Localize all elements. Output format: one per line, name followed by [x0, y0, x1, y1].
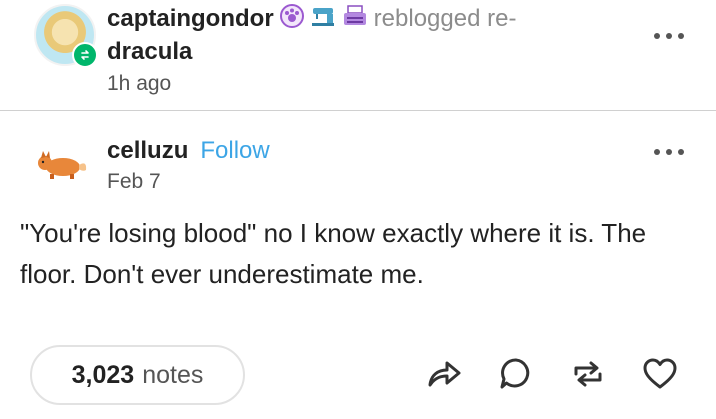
reply-icon[interactable] [494, 352, 538, 396]
dot [678, 33, 684, 39]
like-icon[interactable] [638, 352, 682, 396]
paw-badge-icon[interactable] [279, 4, 304, 33]
share-icon[interactable] [422, 352, 466, 396]
follow-button[interactable]: Follow [200, 137, 269, 165]
typewriter-badge-icon[interactable] [342, 4, 368, 33]
notes-count: 3,023 [71, 360, 135, 389]
reblogger-username[interactable]: captaingondor [107, 5, 274, 33]
poster-username[interactable]: celluzu [107, 137, 188, 165]
poster-avatar[interactable] [36, 150, 88, 185]
reblogger-avatar[interactable] [34, 4, 98, 68]
dot [666, 149, 672, 155]
dot [654, 33, 660, 39]
reblog-time[interactable]: 1h ago [107, 72, 171, 96]
notes-label: notes [142, 360, 204, 389]
reblogged-label: reblogged re- [373, 4, 517, 32]
notes-button[interactable]: 3,023 notes [30, 345, 245, 405]
post-more-options-icon[interactable] [654, 149, 684, 155]
dot [666, 33, 672, 39]
header-divider [0, 110, 716, 111]
sewing-machine-badge-icon[interactable] [310, 4, 336, 33]
reblog-badge-icon [72, 42, 98, 68]
dot [654, 149, 660, 155]
post-date[interactable]: Feb 7 [107, 170, 161, 194]
reblog-icon[interactable] [566, 352, 610, 396]
post-body-text: "You're losing blood" no I know exactly … [20, 218, 647, 289]
source-username[interactable]: dracula [107, 38, 192, 66]
reblog-more-options-icon[interactable] [654, 33, 684, 39]
dot [678, 149, 684, 155]
poster-line: celluzu Follow [107, 137, 270, 165]
reblog-header-line: captaingondor reblogged re- [107, 4, 516, 33]
